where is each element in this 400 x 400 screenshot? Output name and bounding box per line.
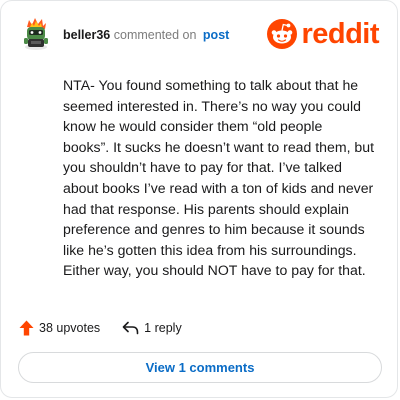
- comment-card: beller36 commented on post reddit NTA- Y…: [0, 0, 398, 398]
- username-link[interactable]: beller36: [63, 28, 110, 42]
- comment-header: beller36 commented on post reddit: [19, 17, 381, 53]
- view-comments-button[interactable]: View 1 comments: [18, 352, 382, 383]
- comment-byline: beller36 commented on post: [63, 27, 229, 43]
- reply-count: 1 reply: [144, 321, 182, 335]
- comment-body: NTA- You found something to talk about t…: [63, 77, 375, 279]
- action-text: commented on: [113, 28, 197, 42]
- comment-actions: 38 upvotes 1 reply: [19, 319, 182, 337]
- upvote-arrow-icon: [19, 320, 34, 336]
- avatar-icon: [24, 18, 48, 50]
- reddit-wordmark: reddit: [301, 18, 379, 50]
- upvote-count: 38 upvotes: [39, 321, 101, 335]
- post-link[interactable]: post: [203, 28, 229, 42]
- reply-button[interactable]: 1 reply: [122, 321, 182, 335]
- reply-arrow-icon: [122, 321, 139, 335]
- upvote-button[interactable]: 38 upvotes: [19, 320, 100, 336]
- user-avatar[interactable]: [19, 17, 53, 51]
- reddit-snoo-icon: [267, 19, 298, 49]
- reddit-logo[interactable]: reddit: [267, 17, 379, 51]
